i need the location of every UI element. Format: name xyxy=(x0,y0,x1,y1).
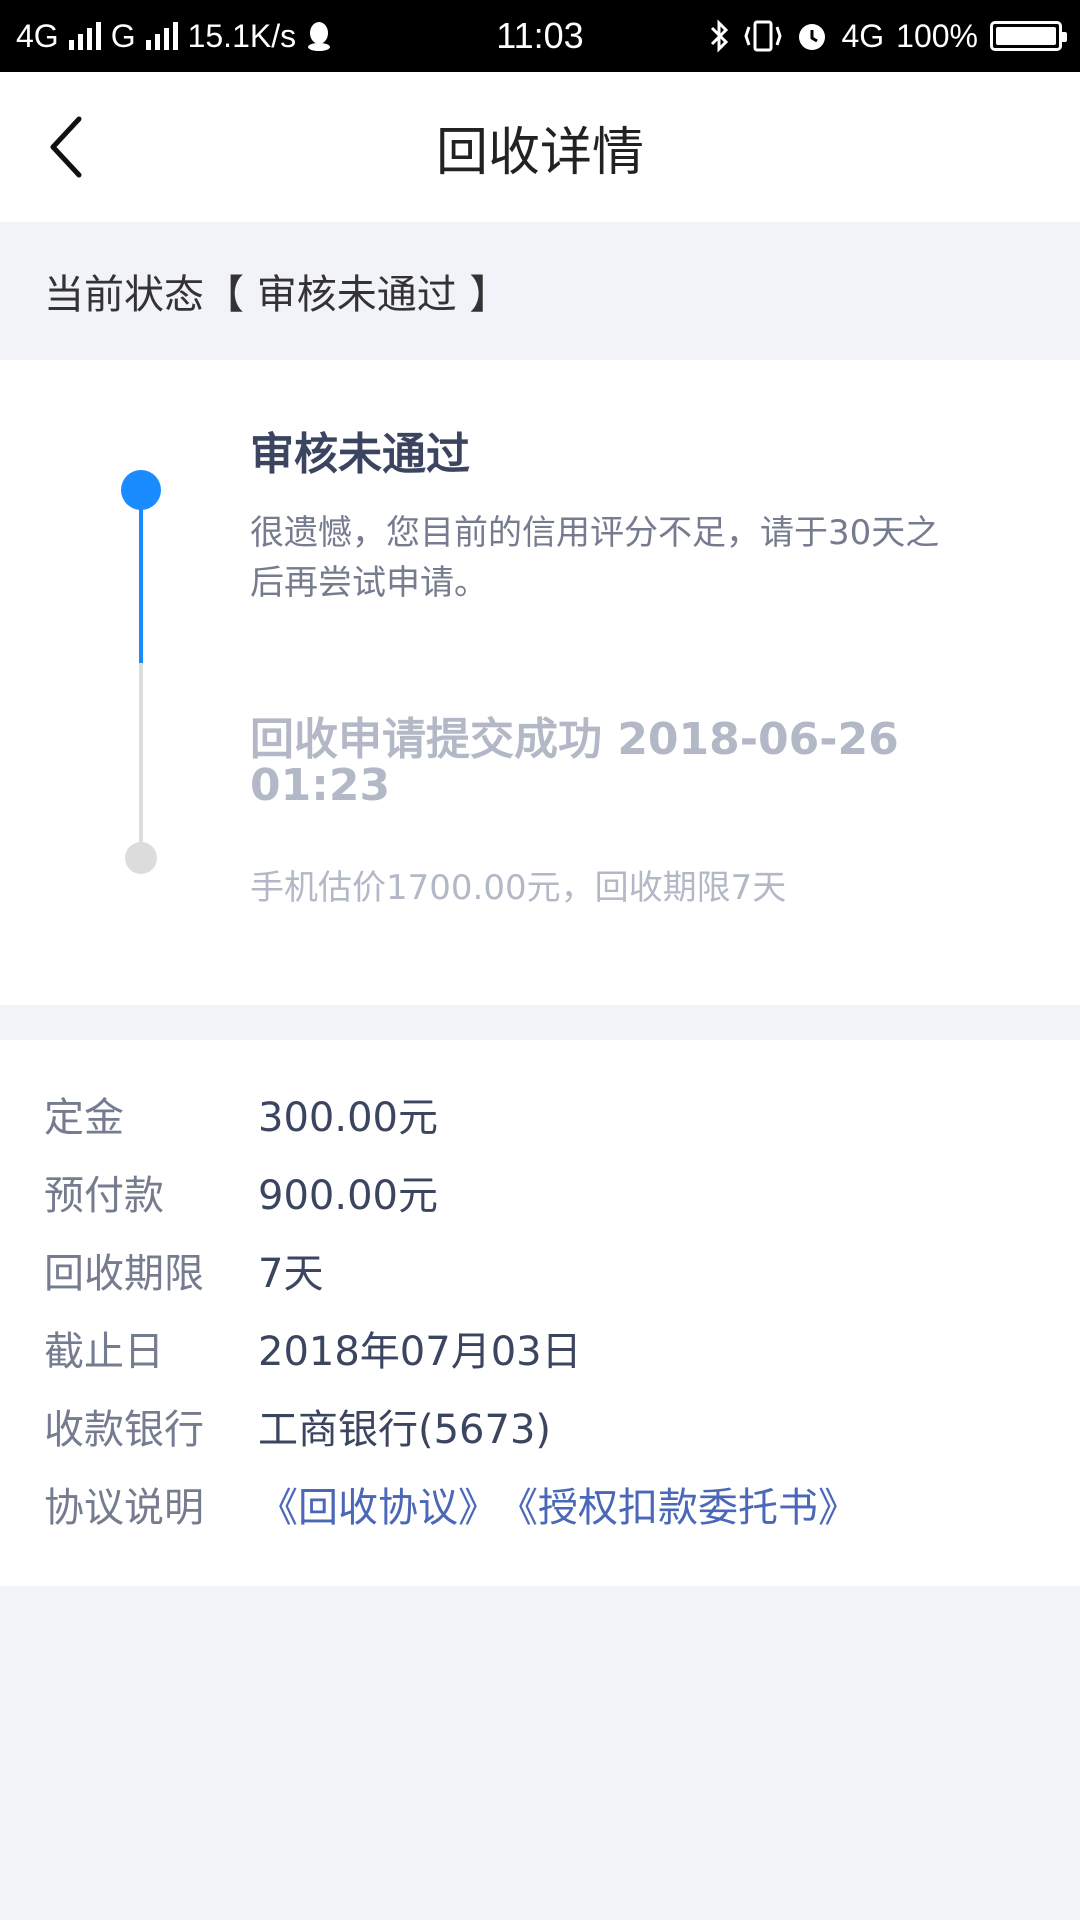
alarm-icon xyxy=(795,19,829,53)
nav-bar: 回收详情 xyxy=(0,72,1080,222)
status-bar: 4G G 15.1K/s 11:03 4G 100% xyxy=(0,0,1080,72)
detail-row-term: 回收期限 7天 xyxy=(0,1231,1080,1309)
bluetooth-icon xyxy=(709,19,731,53)
timeline-line-active xyxy=(139,488,143,663)
detail-label: 定金 xyxy=(44,1095,124,1141)
vibrate-icon xyxy=(743,19,783,53)
timeline-line-inactive xyxy=(139,663,143,860)
timeline-dot-inactive xyxy=(125,842,157,874)
timeline-dot-active xyxy=(121,470,161,510)
status-right: 4G 100% xyxy=(709,0,1067,72)
timeline-card: 审核未通过 很遗憾，您目前的信用评分不足，请于30天之后再尝试申请。 回收申请提… xyxy=(0,360,1080,1005)
detail-value: 900.00元 xyxy=(258,1173,438,1219)
recycle-agreement-link[interactable]: 《回收协议》 xyxy=(258,1475,498,1533)
timeline-step-title: 审核未通过 xyxy=(250,429,470,480)
network-type-3: 4G xyxy=(841,17,885,54)
details-card: 定金 300.00元 预付款 900.00元 回收期限 7天 截止日 2018年… xyxy=(0,1040,1080,1586)
detail-label: 收款银行 xyxy=(44,1407,204,1453)
detail-row-deadline: 截止日 2018年07月03日 xyxy=(0,1309,1080,1387)
detail-label: 回收期限 xyxy=(44,1251,204,1297)
detail-value: 7天 xyxy=(258,1251,324,1297)
battery-percent: 100% xyxy=(896,17,978,54)
detail-row-bank: 收款银行 工商银行(5673) xyxy=(0,1387,1080,1465)
detail-row-prepayment: 预付款 900.00元 xyxy=(0,1153,1080,1231)
detail-label: 预付款 xyxy=(44,1173,164,1219)
detail-value: 工商银行(5673) xyxy=(258,1407,552,1453)
detail-value: 300.00元 xyxy=(258,1095,438,1141)
agreement-links: 《回收协议》 《授权扣款委托书》 xyxy=(258,1475,858,1533)
timeline-step-desc: 很遗憾，您目前的信用评分不足，请于30天之后再尝试申请。 xyxy=(250,513,940,603)
detail-label: 截止日 xyxy=(44,1329,164,1375)
detail-row-agreement: 协议说明 《回收协议》 《授权扣款委托书》 xyxy=(0,1465,1080,1543)
timeline-step-title: 回收申请提交成功 2018-06-26 01:23 xyxy=(250,714,899,811)
detail-label: 协议说明 xyxy=(44,1485,204,1531)
detail-value: 2018年07月03日 xyxy=(258,1329,582,1375)
detail-row-deposit: 定金 300.00元 xyxy=(0,1075,1080,1153)
authorization-agreement-link[interactable]: 《授权扣款委托书》 xyxy=(498,1475,858,1533)
page-title: 回收详情 xyxy=(435,122,644,183)
current-status: 当前状态【 审核未通过 】 xyxy=(0,222,1080,360)
timeline-step-desc: 手机估价1700.00元，回收期限7天 xyxy=(250,868,787,908)
battery-icon xyxy=(990,21,1067,51)
